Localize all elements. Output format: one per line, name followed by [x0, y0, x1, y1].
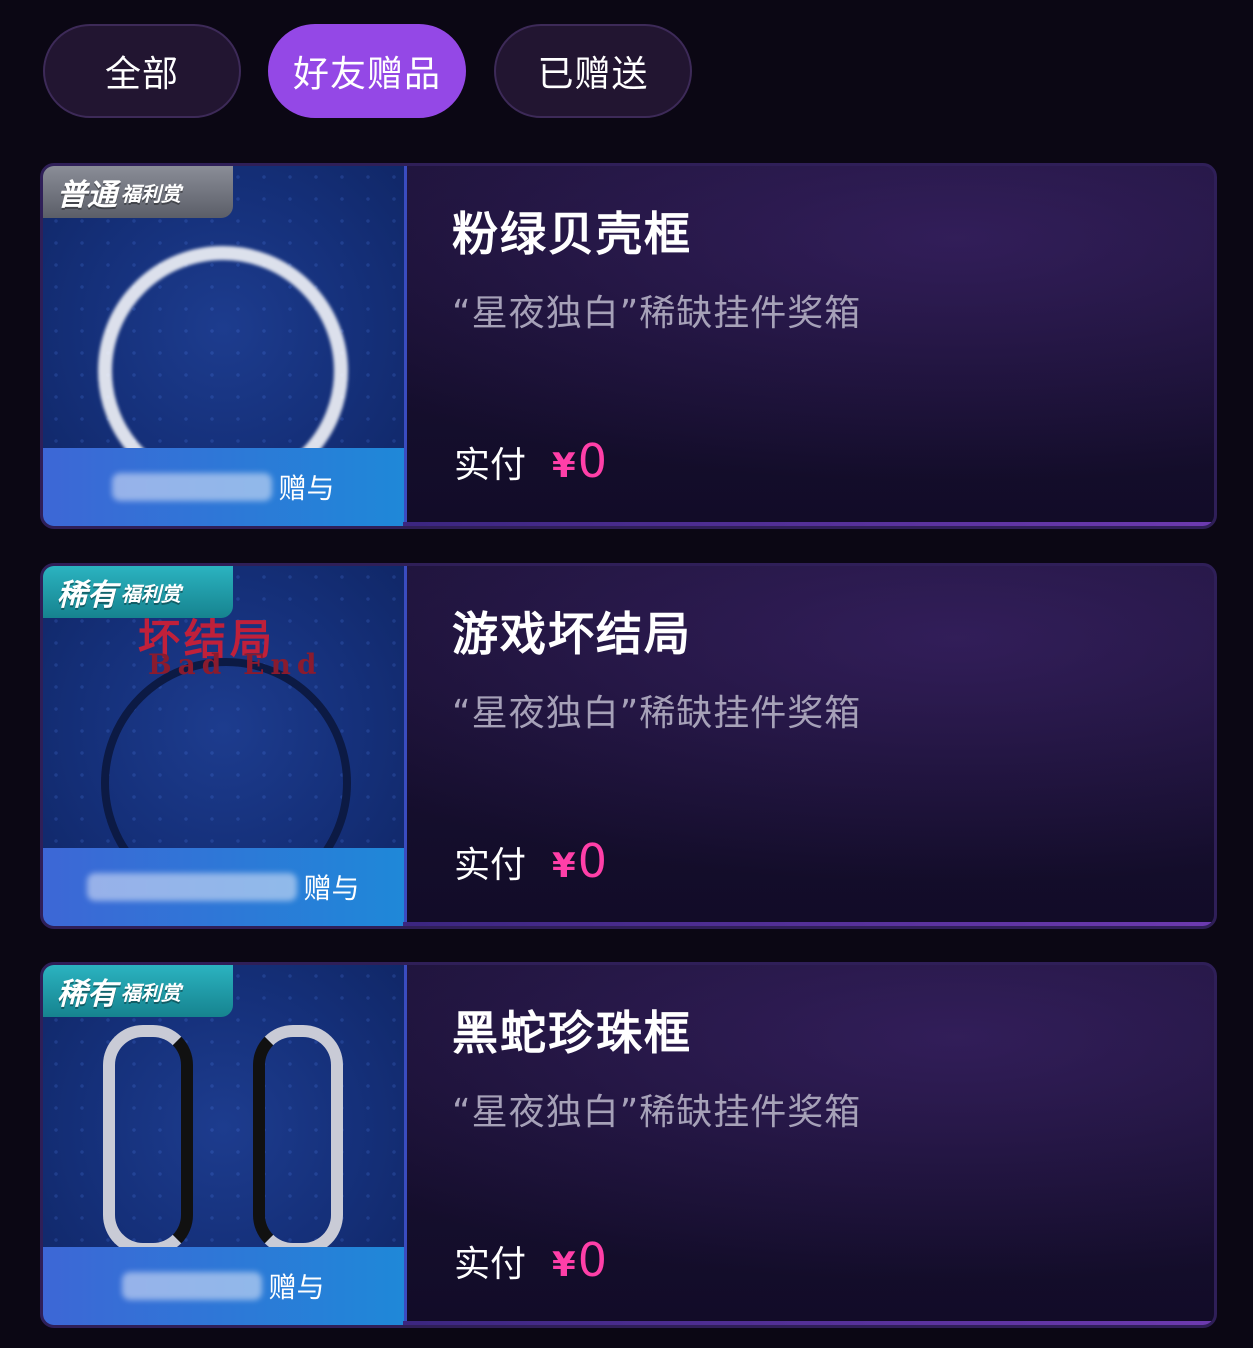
gift-suffix: 赠与: [278, 472, 335, 505]
tab-all[interactable]: 全部: [43, 24, 241, 118]
gift-from-bar: 赠与: [43, 848, 404, 926]
price-amount: 0: [577, 1233, 607, 1287]
blurred-username: [87, 873, 298, 901]
badge-sub-label: 福利赏: [121, 581, 181, 606]
blurred-username: [112, 473, 273, 501]
badge-sub-label: 福利赏: [121, 980, 181, 1005]
price-amount: 0: [577, 434, 607, 488]
gift-source: “星夜独白”稀缺挂件奖箱: [452, 293, 862, 334]
badge-sub-label: 福利赏: [121, 181, 181, 206]
gift-info: 游戏坏结局 “星夜独白”稀缺挂件奖箱 实付 ¥ 0: [448, 566, 1214, 926]
gift-suffix: 赠与: [303, 872, 360, 905]
bad-end-sub-art: Bad End: [148, 648, 323, 681]
black-snake-pearl-frame-icon: [103, 1025, 193, 1255]
price-row: 实付 ¥ 0: [454, 834, 607, 888]
gift-thumbnail: 普通 福利赏 赠与: [43, 166, 407, 526]
currency-symbol: ¥: [552, 1245, 576, 1285]
gift-title: 黑蛇珍珠框: [452, 1006, 692, 1060]
price-row: 实付 ¥ 0: [454, 434, 607, 488]
gift-card[interactable]: 普通 福利赏 赠与 粉绿贝壳框 “星夜独白”稀缺挂件奖箱 实付 ¥ 0: [40, 163, 1217, 529]
badge-main-label: 稀有: [57, 578, 117, 613]
gift-info: 黑蛇珍珠框 “星夜独白”稀缺挂件奖箱 实付 ¥ 0: [448, 965, 1214, 1325]
gift-page: 全部 好友赠品 已赠送 普通 福利赏 赠与 粉绿贝壳框 “星夜独白”稀缺挂件奖箱…: [0, 0, 1253, 1348]
gift-title: 游戏坏结局: [452, 607, 692, 661]
rarity-badge: 稀有 福利赏: [43, 566, 233, 618]
badge-main-label: 稀有: [57, 977, 117, 1012]
currency-symbol: ¥: [552, 846, 576, 886]
badge-main-label: 普通: [57, 178, 117, 213]
gift-title: 粉绿贝壳框: [452, 207, 692, 261]
gift-source: “星夜独白”稀缺挂件奖箱: [452, 693, 862, 734]
tab-sent[interactable]: 已赠送: [494, 24, 692, 118]
gift-suffix: 赠与: [268, 1271, 325, 1304]
price-label: 实付: [454, 1244, 527, 1285]
gift-info: 粉绿贝壳框 “星夜独白”稀缺挂件奖箱 实付 ¥ 0: [448, 166, 1214, 526]
gift-thumbnail: 坏结局 Bad End 稀有 福利赏 赠与: [43, 566, 407, 926]
gift-card[interactable]: 坏结局 Bad End 稀有 福利赏 赠与 游戏坏结局 “星夜独白”稀缺挂件奖箱…: [40, 563, 1217, 929]
price-amount: 0: [577, 834, 607, 888]
gift-card[interactable]: 稀有 福利赏 赠与 黑蛇珍珠框 “星夜独白”稀缺挂件奖箱 实付 ¥ 0: [40, 962, 1217, 1328]
rarity-badge: 稀有 福利赏: [43, 965, 233, 1017]
gift-from-bar: 赠与: [43, 1247, 404, 1325]
gift-from-bar: 赠与: [43, 448, 404, 526]
black-snake-pearl-frame-icon: [253, 1025, 343, 1255]
gift-thumbnail: 稀有 福利赏 赠与: [43, 965, 407, 1325]
gift-source: “星夜独白”稀缺挂件奖箱: [452, 1092, 862, 1133]
blurred-username: [122, 1272, 263, 1300]
price-label: 实付: [454, 445, 527, 486]
currency-symbol: ¥: [552, 446, 576, 486]
price-label: 实付: [454, 845, 527, 886]
price-row: 实付 ¥ 0: [454, 1233, 607, 1287]
tab-bar: 全部 好友赠品 已赠送: [0, 0, 1253, 140]
tab-friend-gifts[interactable]: 好友赠品: [268, 24, 466, 118]
rarity-badge: 普通 福利赏: [43, 166, 233, 218]
